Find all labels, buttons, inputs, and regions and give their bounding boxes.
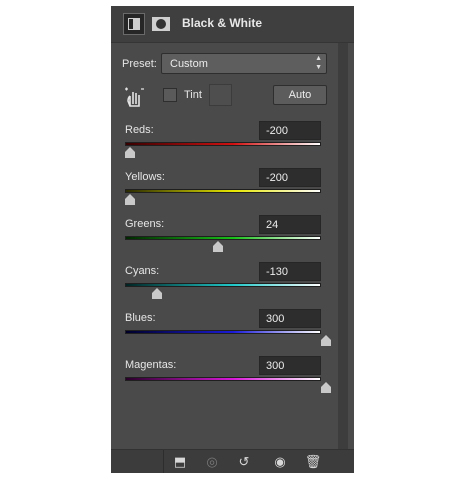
slider-label: Cyans:	[125, 265, 160, 277]
slider-label: Magentas:	[125, 359, 177, 371]
slider-track[interactable]	[125, 189, 321, 193]
footer-divider	[163, 450, 164, 473]
adjustment-layer-icon[interactable]	[123, 13, 145, 35]
view-previous-state-icon[interactable]: ◎	[203, 453, 221, 471]
slider-value-input[interactable]: 300	[259, 309, 321, 328]
slider-value-input[interactable]: -200	[259, 121, 321, 140]
panel-scrollbar[interactable]	[338, 43, 348, 449]
slider-label: Blues:	[125, 312, 156, 324]
slider-label: Yellows:	[125, 171, 165, 183]
properties-panel: Black & White Preset: Custom ▲ ▼ Tint Aut…	[111, 6, 354, 473]
preset-label: Preset:	[122, 58, 157, 70]
targeted-adjustment-hand-icon[interactable]	[123, 86, 145, 108]
slider-track[interactable]	[125, 377, 321, 381]
slider-value-input[interactable]: 24	[259, 215, 321, 234]
slider-track[interactable]	[125, 330, 321, 334]
slider-track[interactable]	[125, 142, 321, 146]
slider-value-input[interactable]: 300	[259, 356, 321, 375]
auto-button[interactable]: Auto	[273, 85, 327, 105]
reset-icon[interactable]: ↺	[235, 453, 253, 471]
panel-footer: ⬒ ◎ ↺ ◉ 🗑	[111, 449, 354, 473]
trash-icon[interactable]: 🗑	[304, 453, 322, 471]
slider-label: Greens:	[125, 218, 165, 230]
slider-track[interactable]	[125, 236, 321, 240]
tint-label: Tint	[184, 89, 202, 101]
panel-header: Black & White	[111, 6, 354, 43]
slider-value-input[interactable]: -130	[259, 262, 321, 281]
slider-label: Reds:	[125, 124, 154, 136]
clip-to-layer-icon[interactable]: ⬒	[171, 453, 189, 471]
tint-color-swatch[interactable]	[209, 84, 232, 106]
preset-value: Custom	[170, 58, 208, 70]
tint-checkbox[interactable]	[163, 88, 177, 102]
slider-track[interactable]	[125, 283, 321, 287]
visibility-eye-icon[interactable]: ◉	[271, 453, 289, 471]
panel-title: Black & White	[182, 16, 263, 30]
layer-mask-icon[interactable]	[150, 13, 172, 35]
slider-value-input[interactable]: -200	[259, 168, 321, 187]
dropdown-arrows-icon: ▲ ▼	[315, 55, 322, 71]
preset-dropdown[interactable]: Custom ▲ ▼	[161, 53, 327, 74]
